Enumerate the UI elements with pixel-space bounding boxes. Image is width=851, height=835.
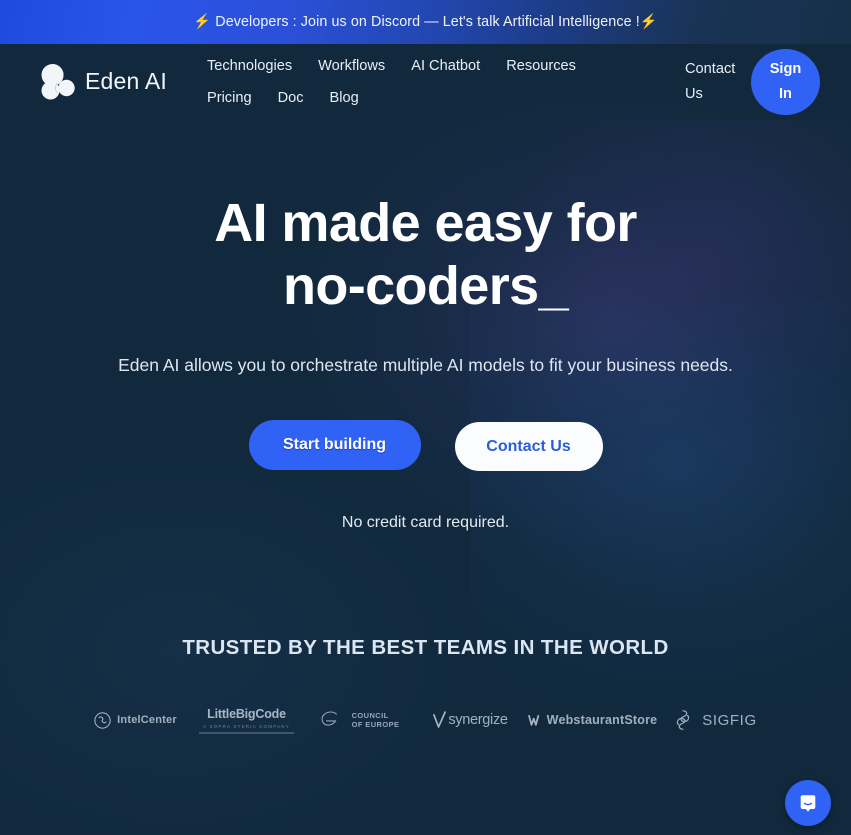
- client-logo-webstaurantstore-label: WebstaurantStore: [546, 713, 658, 728]
- webstaurantstore-w-icon: [527, 715, 540, 727]
- page-root: ⚡ Developers : Join us on Discord — Let'…: [0, 0, 851, 835]
- client-logo-sigfig-label: SIGFIG: [702, 711, 757, 729]
- hero-title-caret: _: [538, 256, 569, 317]
- header-contact-us-link[interactable]: Contact Us: [685, 57, 739, 105]
- hero-title-line-1: AI made easy for: [214, 193, 637, 253]
- client-logo-council-of-europe: COUNCIL OF EUROPE: [303, 703, 415, 737]
- council-of-europe-e-icon: [321, 711, 337, 726]
- hero-subtitle: Eden AI allows you to orchestrate multip…: [118, 355, 733, 376]
- intercom-chat-icon: [800, 795, 816, 812]
- hero-title-line-2: no-coders: [282, 256, 539, 317]
- header-actions: Contact Us Sign In: [685, 48, 820, 115]
- client-logo-synergize: synergize: [415, 703, 527, 737]
- main-navigation: Technologies Workflows AI Chatbot Resour…: [167, 58, 637, 106]
- client-logo-sigfig: SIGFIG: [659, 703, 771, 737]
- client-logo-littlebigcode-tagline: A SOPRA STERIA COMPANY: [203, 723, 290, 729]
- client-logo-intelcenter-label: IntelCenter: [117, 714, 177, 727]
- brand-logo-link[interactable]: Eden AI: [38, 63, 167, 100]
- littlebigcode-rule: [199, 731, 294, 734]
- contact-us-button[interactable]: Contact Us: [454, 422, 603, 472]
- chat-launcher-button[interactable]: [785, 780, 831, 826]
- nav-item-technologies[interactable]: Technologies: [207, 58, 292, 74]
- nav-item-workflows[interactable]: Workflows: [318, 58, 385, 74]
- client-logo-littlebigcode: LittleBigCode A SOPRA STERIA COMPANY: [191, 703, 303, 737]
- nav-item-ai-chatbot[interactable]: AI Chatbot: [411, 58, 480, 74]
- client-logo-synergize-label: synergize: [448, 712, 508, 729]
- eden-ai-logo-icon: [38, 63, 76, 100]
- announcement-banner-text: ⚡ Developers : Join us on Discord — Let'…: [193, 14, 658, 30]
- client-logo-webstaurantstore: WebstaurantStore: [527, 703, 659, 737]
- brand-name: Eden AI: [85, 68, 167, 94]
- start-building-button[interactable]: Start building: [248, 420, 421, 471]
- hero-section: AI made easy for no-coders_ Eden AI allo…: [0, 119, 851, 532]
- littlebigcode-wordmark-icon: LittleBigCode A SOPRA STERIA COMPANY: [199, 707, 294, 734]
- sign-in-button[interactable]: Sign In: [751, 48, 820, 115]
- client-logo-littlebigcode-label: LittleBigCode: [207, 706, 286, 721]
- nav-item-doc[interactable]: Doc: [278, 90, 304, 106]
- nav-item-resources[interactable]: Resources: [506, 58, 576, 74]
- hero-cta-row: Start building Contact Us: [0, 420, 851, 472]
- announcement-banner[interactable]: ⚡ Developers : Join us on Discord — Let'…: [0, 0, 851, 44]
- nav-item-blog[interactable]: Blog: [330, 90, 359, 106]
- hero-title: AI made easy for no-coders_: [146, 192, 706, 318]
- trusted-by-section: TRUSTED BY THE BEST TEAMS IN THE WORLD I…: [0, 636, 851, 737]
- no-credit-card-note: No credit card required.: [341, 514, 510, 532]
- site-header: Eden AI Technologies Workflows AI Chatbo…: [0, 44, 851, 119]
- client-logo-council-of-europe-label: COUNCIL OF EUROPE: [351, 710, 400, 730]
- synergize-check-icon: [433, 711, 447, 729]
- sigfig-knot-icon: [677, 710, 690, 731]
- client-logo-strip: IntelCenter LittleBigCode A SOPRA STERIA…: [0, 703, 851, 737]
- intelcenter-swirl-icon: [94, 712, 111, 729]
- client-logo-intelcenter: IntelCenter: [81, 703, 191, 737]
- nav-item-pricing[interactable]: Pricing: [207, 90, 252, 106]
- trusted-by-heading: TRUSTED BY THE BEST TEAMS IN THE WORLD: [182, 636, 669, 660]
